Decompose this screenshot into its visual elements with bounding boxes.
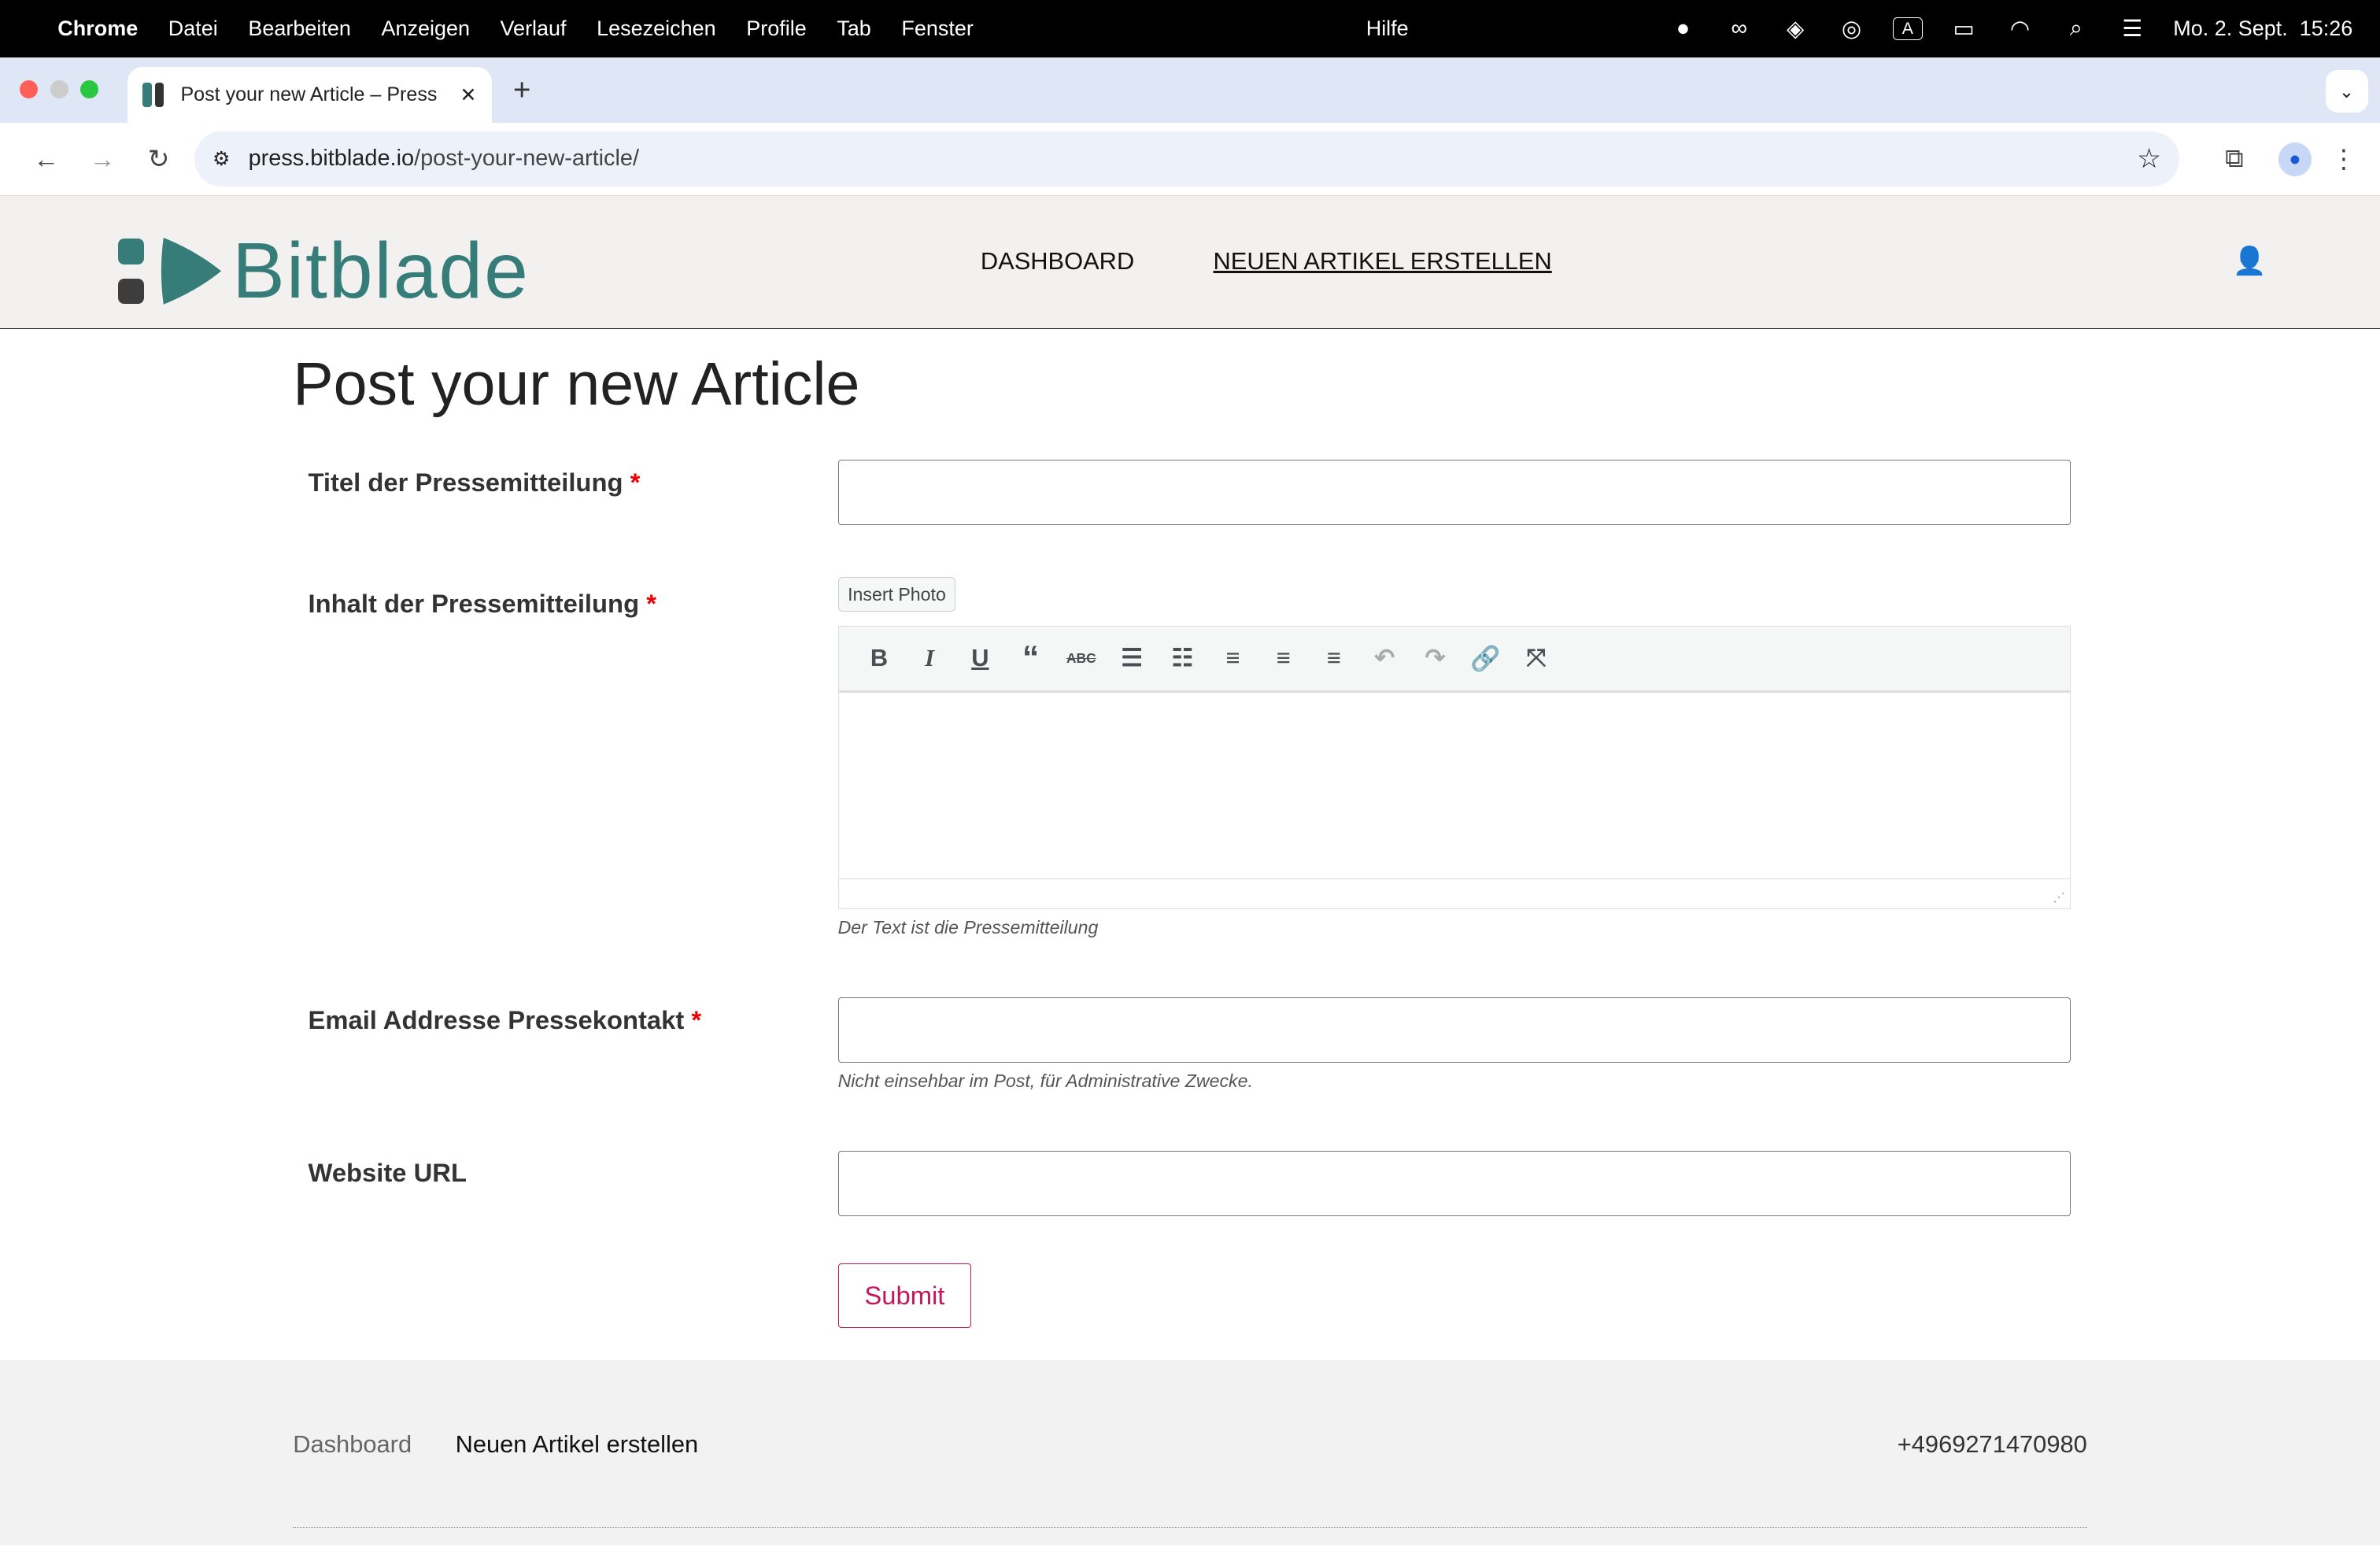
tab-title: Post your new Article – Press (180, 83, 438, 106)
nav-neuen-artikel[interactable]: NEUEN ARTIKEL ERSTELLEN (1214, 247, 1552, 276)
menu-fenster[interactable]: Fenster (901, 17, 973, 41)
redo-icon[interactable]: ↷ (1410, 644, 1460, 672)
browser-tab[interactable]: Post your new Article – Press ✕ (127, 66, 492, 124)
back-icon[interactable]: ← (18, 144, 74, 174)
footer-divider (293, 1527, 2087, 1528)
menu-anzeigen[interactable]: Anzeigen (381, 17, 470, 41)
blockquote-icon[interactable]: “ (1006, 639, 1056, 677)
menu-lesezeichen[interactable]: Lesezeichen (597, 17, 716, 41)
wifi-icon[interactable]: ◠ (2005, 15, 2035, 43)
vpn-lock-icon[interactable]: ◎ (1836, 15, 1867, 43)
title-label: Titel der Pressemitteilung * (308, 467, 641, 497)
reload-icon[interactable]: ↻ (131, 144, 187, 174)
address-toolbar: ← → ↻ ⚙ press.bitblade.io/post-your-new-… (0, 123, 2380, 196)
email-label: Email Addresse Pressekontakt * (308, 1004, 702, 1034)
footer-link-dashboard[interactable]: Dashboard (293, 1430, 412, 1459)
zoom-window-button[interactable] (80, 80, 99, 99)
menu-profile[interactable]: Profile (746, 17, 807, 41)
url-host: press.bitblade.io (248, 146, 415, 172)
content-label: Inhalt der Pressemitteilung * (308, 589, 656, 619)
site-header: Bitblade DASHBOARD NEUEN ARTIKEL ERSTELL… (0, 195, 2380, 330)
logo-play-icon (161, 238, 222, 305)
close-tab-icon[interactable]: ✕ (460, 83, 477, 107)
underline-icon[interactable]: U (955, 644, 1005, 672)
menu-verlauf[interactable]: Verlauf (501, 17, 567, 41)
title-input[interactable] (837, 460, 2071, 526)
site-info-icon[interactable]: ⚙ (213, 147, 230, 171)
italic-icon[interactable]: I (904, 645, 955, 672)
align-center-icon[interactable]: ≡ (1258, 644, 1309, 672)
bullet-list-icon[interactable]: ☰ (1107, 644, 1157, 672)
forward-icon[interactable]: → (74, 144, 130, 174)
website-url-input[interactable] (837, 1150, 2071, 1216)
bitblade-logo[interactable]: Bitblade (118, 226, 529, 316)
menu-bearbeiten[interactable]: Bearbeiten (248, 17, 351, 41)
meta-icon[interactable]: ∞ (1724, 16, 1755, 42)
email-input[interactable] (837, 997, 2071, 1063)
menu-datei[interactable]: Datei (168, 17, 218, 41)
layers-icon[interactable]: ◈ (1780, 15, 1811, 43)
align-left-icon[interactable]: ≡ (1207, 644, 1258, 672)
clock[interactable]: Mo. 2. Sept. 15:26 (2173, 17, 2352, 41)
undo-icon[interactable]: ↶ (1359, 644, 1410, 672)
url-label: Website URL (308, 1158, 467, 1188)
tab-search-chevron-icon[interactable]: ⌄ (2325, 69, 2368, 113)
more-menu-icon[interactable]: ⋮ (2326, 144, 2362, 174)
wechat-icon[interactable]: ● (1668, 16, 1698, 42)
numbered-list-icon[interactable]: ☷ (1157, 644, 1207, 672)
menu-hilfe[interactable]: Hilfe (1366, 17, 1409, 41)
favicon-icon (142, 83, 167, 107)
input-source-icon[interactable]: A (1892, 17, 1924, 41)
extensions-icon[interactable]: ⧉ (2204, 143, 2264, 174)
fullscreen-icon[interactable]: ⤧ (1511, 644, 1561, 673)
user-account-icon[interactable]: 👤 (2233, 246, 2267, 277)
link-icon[interactable]: 🔗 (1460, 644, 1510, 673)
profile-avatar[interactable]: ● (2264, 142, 2325, 176)
minimize-window-button[interactable] (50, 80, 68, 99)
footer-link-neuen-artikel[interactable]: Neuen Artikel erstellen (456, 1430, 699, 1459)
align-right-icon[interactable]: ≡ (1309, 644, 1359, 672)
window-controls (20, 80, 99, 99)
insert-photo-button[interactable]: Insert Photo (837, 576, 956, 612)
control-center-icon[interactable]: ☰ (2117, 15, 2148, 43)
resize-handle-icon[interactable]: ⋰ (2053, 890, 2064, 905)
submit-button[interactable]: Submit (837, 1263, 972, 1329)
email-help: Nicht einsehbar im Post, für Administrat… (837, 1070, 1253, 1091)
editor-toolbar: B I U “ ABC ☰ ☷ ≡ ≡ ≡ ↶ ↷ 🔗 ⤧ (838, 626, 2070, 693)
editor-statusbar: ⋰ (838, 878, 2070, 908)
tab-strip: Post your new Article – Press ✕ + ⌄ (0, 57, 2380, 124)
menu-app[interactable]: Chrome (57, 17, 138, 41)
search-icon[interactable]: ⌕ (2061, 16, 2092, 42)
site-footer: Dashboard Neuen Artikel erstellen +49692… (0, 1359, 2380, 1546)
page-title: Post your new Article (293, 350, 860, 418)
rich-text-editor: B I U “ ABC ☰ ☷ ≡ ≡ ≡ ↶ ↷ 🔗 ⤧ ⋰ (837, 625, 2071, 910)
bold-icon[interactable]: B (854, 644, 904, 672)
bookmark-star-icon[interactable]: ☆ (2137, 143, 2161, 175)
close-window-button[interactable] (20, 80, 39, 99)
url-path: /post-your-new-article/ (414, 146, 640, 172)
menu-tab[interactable]: Tab (837, 17, 871, 41)
footer-phone[interactable]: +4969271470980 (1898, 1430, 2087, 1459)
logo-wordmark: Bitblade (232, 227, 530, 316)
address-bar[interactable]: ⚙ press.bitblade.io/post-your-new-articl… (194, 131, 2180, 187)
main-nav: DASHBOARD NEUEN ARTIKEL ERSTELLEN (981, 247, 1552, 276)
nav-dashboard[interactable]: DASHBOARD (981, 247, 1134, 276)
battery-charging-icon[interactable]: ▭ (1949, 15, 1979, 43)
editor-content-area[interactable] (839, 693, 2070, 878)
new-tab-button[interactable]: + (513, 73, 531, 108)
strikethrough-icon[interactable]: ABC (1056, 650, 1107, 667)
macos-menubar: Chrome Datei Bearbeiten Anzeigen Verlauf… (0, 0, 2380, 58)
content-help: Der Text ist die Pressemitteilung (837, 916, 1099, 938)
